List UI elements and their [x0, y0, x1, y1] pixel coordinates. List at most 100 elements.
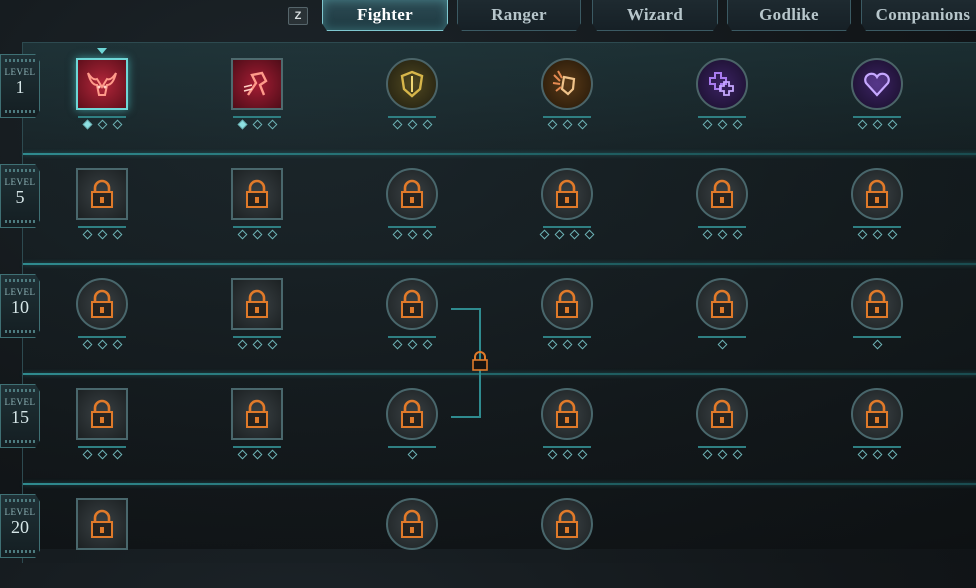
ability-node[interactable] — [841, 388, 913, 478]
upgrade-pip-diamond-icon[interactable] — [82, 119, 92, 130]
upgrade-pip-diamond-icon[interactable] — [732, 229, 742, 240]
upgrade-pip-diamond-icon[interactable] — [392, 229, 402, 240]
lock-icon[interactable] — [541, 168, 593, 220]
upgrade-pip-diamond-icon[interactable] — [407, 119, 417, 130]
upgrade-pip-diamond-icon[interactable] — [82, 229, 92, 240]
upgrade-pip-diamond-icon[interactable] — [267, 449, 277, 460]
lock-icon[interactable] — [851, 388, 903, 440]
upgrade-pip-diamond-icon[interactable] — [547, 339, 557, 350]
upgrade-pip-diamond-icon[interactable] — [562, 449, 572, 460]
upgrade-pip-diamond-icon[interactable] — [237, 449, 247, 460]
ability-node[interactable] — [376, 168, 448, 258]
lock-icon[interactable] — [386, 388, 438, 440]
upgrade-pip-diamond-icon[interactable] — [577, 119, 587, 130]
lock-icon[interactable] — [76, 278, 128, 330]
upgrade-pip-diamond-icon[interactable] — [392, 339, 402, 350]
upgrade-pip-diamond-icon[interactable] — [422, 229, 432, 240]
ability-node[interactable] — [376, 58, 448, 148]
lock-icon[interactable] — [386, 498, 438, 550]
lock-icon[interactable] — [76, 168, 128, 220]
purple-crosses-icon[interactable] — [696, 58, 748, 110]
upgrade-pip-diamond-icon[interactable] — [112, 229, 122, 240]
upgrade-pip-diamond-icon[interactable] — [422, 339, 432, 350]
upgrade-pip-diamond-icon[interactable] — [237, 119, 247, 130]
upgrade-pip-diamond-icon[interactable] — [717, 449, 727, 460]
charging-figure-icon[interactable] — [231, 58, 283, 110]
ability-node[interactable] — [66, 388, 138, 478]
lock-icon[interactable] — [76, 498, 128, 550]
ability-node[interactable] — [531, 388, 603, 478]
upgrade-pip-diamond-icon[interactable] — [237, 339, 247, 350]
upgrade-pip-diamond-icon[interactable] — [422, 119, 432, 130]
ability-node[interactable] — [376, 388, 448, 478]
upgrade-pip-diamond-icon[interactable] — [562, 119, 572, 130]
upgrade-pip-diamond-icon[interactable] — [717, 339, 727, 350]
upgrade-pip-diamond-icon[interactable] — [584, 229, 595, 240]
upgrade-pip-diamond-icon[interactable] — [82, 449, 92, 460]
lock-icon[interactable] — [696, 168, 748, 220]
ability-node[interactable] — [531, 58, 603, 148]
upgrade-pip-diamond-icon[interactable] — [97, 339, 107, 350]
lock-icon[interactable] — [386, 278, 438, 330]
upgrade-pip-diamond-icon[interactable] — [82, 339, 92, 350]
lock-icon[interactable] — [231, 388, 283, 440]
upgrade-pip-diamond-icon[interactable] — [857, 229, 867, 240]
upgrade-pip-diamond-icon[interactable] — [112, 119, 122, 130]
ability-node[interactable] — [66, 498, 138, 588]
upgrade-pip-diamond-icon[interactable] — [702, 449, 712, 460]
ability-node[interactable] — [841, 278, 913, 368]
upgrade-pip-diamond-icon[interactable] — [872, 449, 882, 460]
ability-node[interactable] — [531, 168, 603, 258]
upgrade-pip-diamond-icon[interactable] — [267, 119, 277, 130]
shield-burst-icon[interactable] — [541, 58, 593, 110]
upgrade-pip-diamond-icon[interactable] — [732, 449, 742, 460]
upgrade-pip-diamond-icon[interactable] — [252, 339, 262, 350]
tab-wizard[interactable]: Wizard — [592, 0, 718, 31]
lock-icon[interactable] — [696, 278, 748, 330]
upgrade-pip-diamond-icon[interactable] — [717, 119, 727, 130]
upgrade-pip-diamond-icon[interactable] — [112, 449, 122, 460]
lock-icon[interactable] — [851, 278, 903, 330]
upgrade-pip-diamond-icon[interactable] — [702, 119, 712, 130]
upgrade-pip-diamond-icon[interactable] — [392, 119, 402, 130]
upgrade-pip-diamond-icon[interactable] — [872, 339, 882, 350]
upgrade-pip-diamond-icon[interactable] — [569, 229, 580, 240]
upgrade-pip-diamond-icon[interactable] — [857, 119, 867, 130]
upgrade-pip-diamond-icon[interactable] — [97, 449, 107, 460]
upgrade-pip-diamond-icon[interactable] — [252, 119, 262, 130]
tab-godlike[interactable]: Godlike — [727, 0, 851, 31]
lock-icon[interactable] — [231, 168, 283, 220]
upgrade-pip-diamond-icon[interactable] — [407, 449, 417, 460]
upgrade-pip-diamond-icon[interactable] — [872, 229, 882, 240]
lock-icon[interactable] — [541, 278, 593, 330]
ability-node[interactable] — [221, 58, 293, 148]
ability-node[interactable] — [841, 58, 913, 148]
upgrade-pip-diamond-icon[interactable] — [539, 229, 550, 240]
upgrade-pip-diamond-icon[interactable] — [407, 229, 417, 240]
upgrade-pip-diamond-icon[interactable] — [97, 229, 107, 240]
ability-node[interactable] — [531, 498, 603, 588]
lock-icon[interactable] — [386, 168, 438, 220]
ability-node[interactable] — [686, 168, 758, 258]
purple-heart-icon[interactable] — [851, 58, 903, 110]
lock-icon[interactable] — [231, 278, 283, 330]
lock-icon[interactable] — [541, 498, 593, 550]
upgrade-pip-diamond-icon[interactable] — [252, 449, 262, 460]
ability-node[interactable] — [66, 168, 138, 258]
ability-node[interactable] — [221, 278, 293, 368]
ability-node[interactable] — [686, 388, 758, 478]
upgrade-pip-diamond-icon[interactable] — [267, 339, 277, 350]
lock-icon[interactable] — [76, 388, 128, 440]
ability-node[interactable] — [841, 168, 913, 258]
upgrade-pip-diamond-icon[interactable] — [407, 339, 417, 350]
bull-head-icon[interactable] — [76, 58, 128, 110]
upgrade-pip-diamond-icon[interactable] — [732, 119, 742, 130]
lock-icon[interactable] — [541, 388, 593, 440]
upgrade-pip-diamond-icon[interactable] — [577, 339, 587, 350]
ability-node[interactable] — [221, 388, 293, 478]
ability-node[interactable] — [686, 58, 758, 148]
ability-node[interactable] — [66, 278, 138, 368]
tab-ranger[interactable]: Ranger — [457, 0, 581, 31]
upgrade-pip-diamond-icon[interactable] — [717, 229, 727, 240]
golden-shield-icon[interactable] — [386, 58, 438, 110]
